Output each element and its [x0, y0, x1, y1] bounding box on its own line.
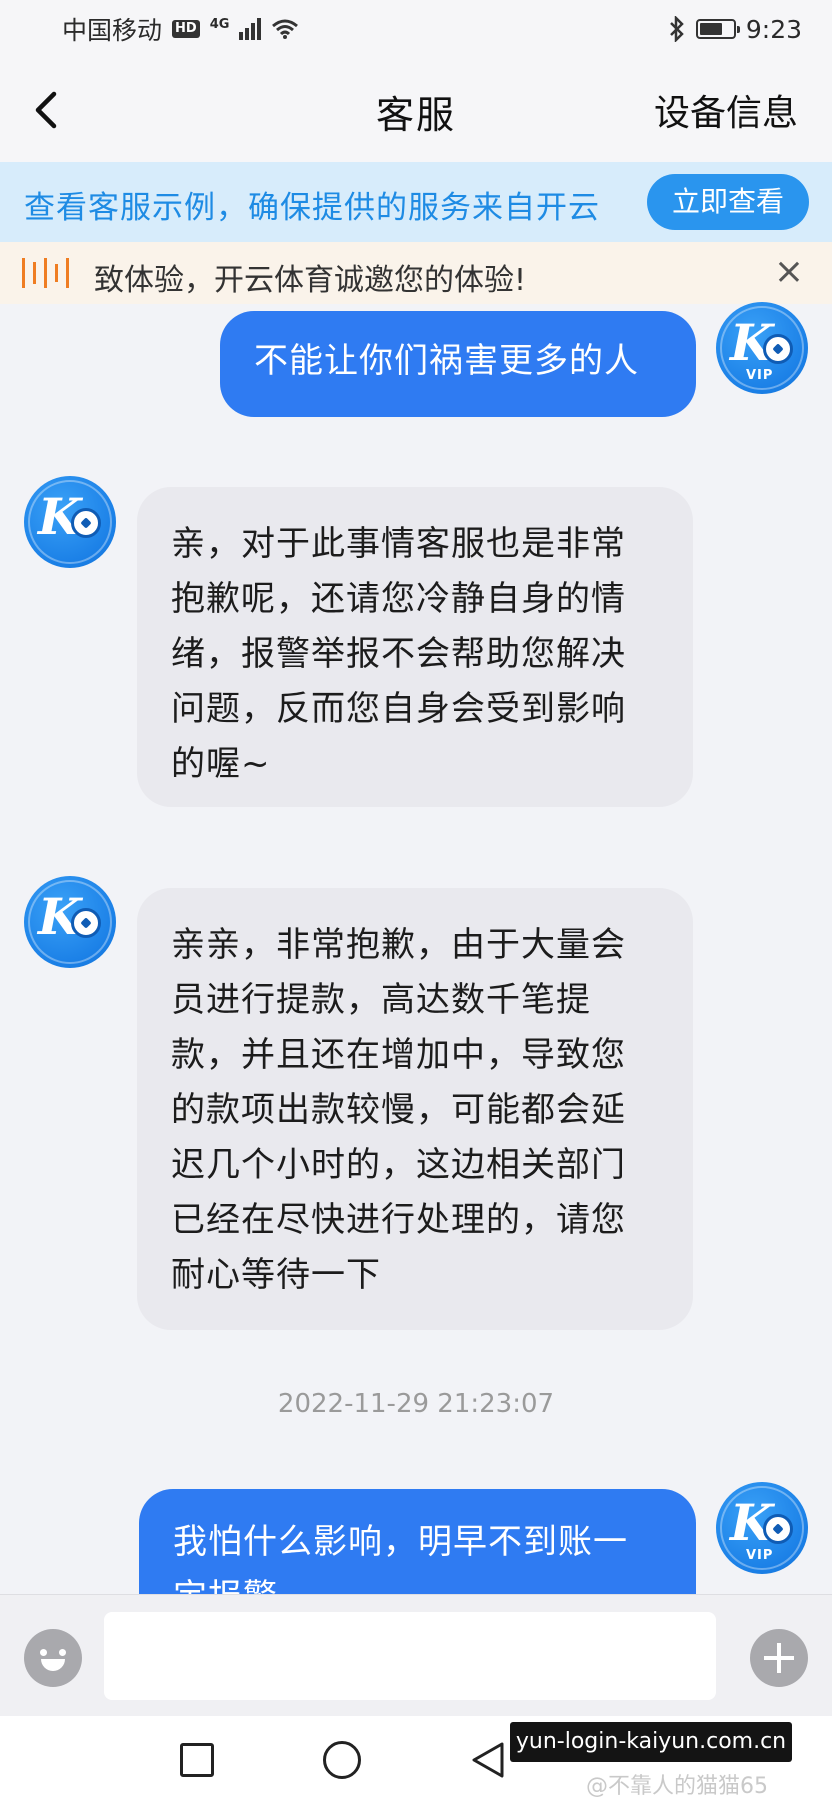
network-type: 4G — [209, 17, 230, 32]
home-icon[interactable] — [323, 1741, 361, 1779]
plus-icon[interactable] — [750, 1629, 808, 1687]
close-icon[interactable]: × — [774, 252, 804, 292]
message-text: 不能让你们祸害更多的人 — [254, 341, 639, 381]
view-now-button[interactable]: 立即查看 — [647, 174, 809, 230]
avatar[interactable]: K VIP — [716, 302, 808, 394]
author-watermark: @不靠人的猫猫65 — [586, 1774, 768, 1799]
message-input[interactable] — [104, 1612, 716, 1700]
input-bar — [0, 1594, 832, 1716]
message-text: 亲，对于此事情客服也是非常抱歉呢，还请您冷静自身的情绪，报警举报不会帮助您解决问… — [171, 524, 626, 784]
hd-badge: HD — [172, 20, 200, 38]
carrier-name: 中国移动 — [62, 16, 163, 45]
football-icon — [763, 334, 793, 364]
announcement-bar: 致体验，开云体育诚邀您的体验! × — [0, 242, 832, 304]
avatar[interactable]: K VIP — [716, 1482, 808, 1574]
status-right: 9:23 — [668, 15, 802, 44]
status-left: 中国移动 HD 4G — [62, 11, 299, 47]
bluetooth-icon — [669, 16, 684, 42]
vip-label: VIP — [746, 368, 774, 383]
notice-bar: 查看客服示例，确保提供的服务来自开云 立即查看 — [0, 162, 832, 242]
emoji-icon[interactable] — [24, 1629, 82, 1687]
nav-bar: 客服 设备信息 — [0, 58, 832, 162]
speaker-icon — [22, 257, 69, 289]
message-text: 亲亲，非常抱歉，由于大量会员进行提款，高达数千笔提款，并且还在增加中，导致您的款… — [171, 925, 626, 1295]
vip-label: VIP — [746, 1548, 774, 1563]
football-icon — [763, 1514, 793, 1544]
device-info-button[interactable]: 设备信息 — [654, 84, 798, 136]
back-triangle-icon[interactable] — [470, 1740, 506, 1780]
football-icon — [71, 908, 101, 938]
domain-watermark: yun-login-kaiyun.com.cn — [510, 1722, 792, 1762]
wifi-icon — [272, 19, 299, 39]
message-bubble-incoming: 亲亲，非常抱歉，由于大量会员进行提款，高达数千笔提款，并且还在增加中，导致您的款… — [137, 888, 693, 1330]
message-timestamp: 2022-11-29 21:23:07 — [277, 1389, 555, 1419]
avatar[interactable]: K — [24, 476, 116, 568]
football-icon — [71, 508, 101, 538]
status-bar: 中国移动 HD 4G 9:23 — [0, 0, 832, 58]
status-time: 9:23 — [745, 14, 802, 44]
signal-icon — [239, 18, 262, 40]
battery-icon — [695, 19, 740, 39]
avatar[interactable]: K — [24, 876, 116, 968]
announcement-text: 致体验，开云体育诚邀您的体验! — [94, 263, 527, 298]
recents-icon[interactable] — [180, 1743, 214, 1777]
notice-text: 查看客服示例，确保提供的服务来自开云 — [24, 190, 600, 226]
message-bubble-outgoing: 不能让你们祸害更多的人 — [220, 311, 696, 417]
message-bubble-incoming: 亲，对于此事情客服也是非常抱歉呢，还请您冷静自身的情绪，报警举报不会帮助您解决问… — [137, 487, 693, 807]
